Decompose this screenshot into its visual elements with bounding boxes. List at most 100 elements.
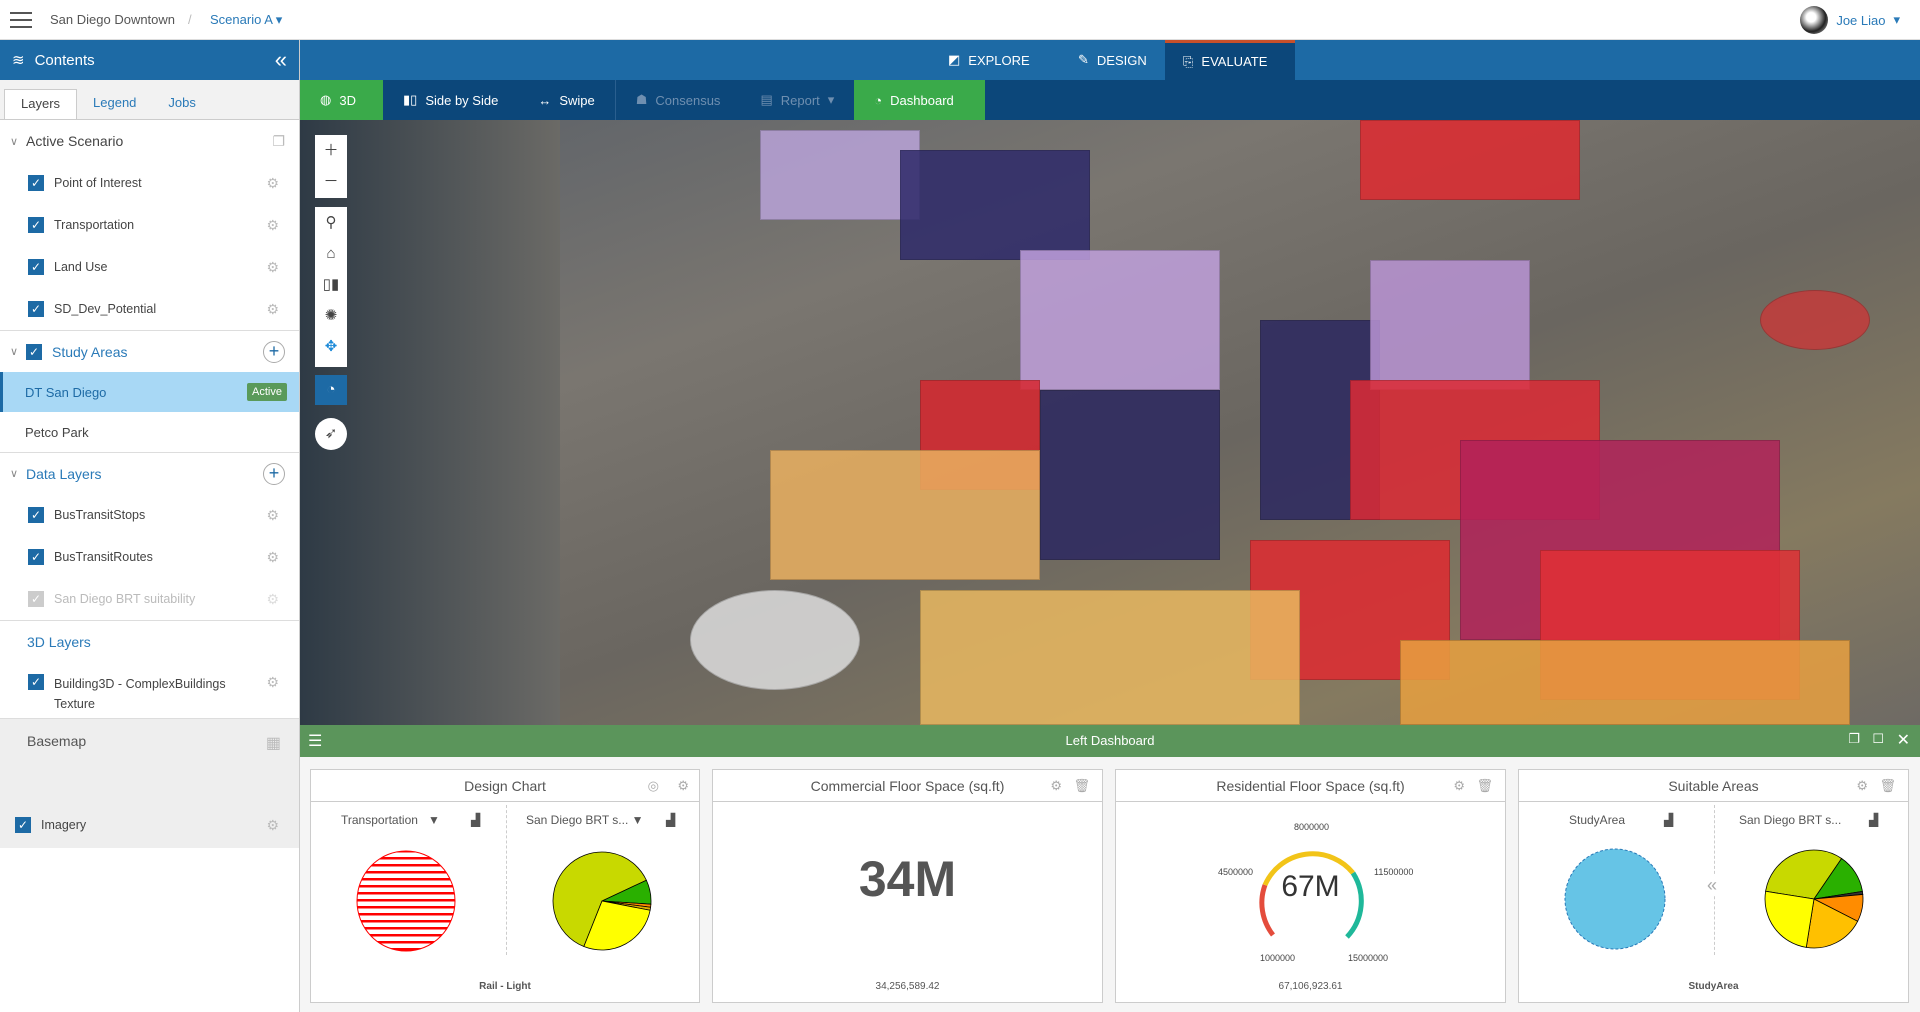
tab-legend[interactable]: Legend [77, 89, 152, 119]
mode-bar: ◩ EXPLORE ✎ DESIGN ⎘ EVALUATE [300, 40, 1920, 80]
scenario-dropdown[interactable]: Scenario A ▾ [210, 12, 282, 28]
compass-icon[interactable]: ➶ [315, 418, 347, 450]
section-3d-layers[interactable]: 3D Layers [0, 620, 299, 662]
side-by-side-button[interactable]: ▮▯ Side by Side [383, 80, 518, 120]
mode-label: EXPLORE [968, 52, 1030, 68]
layer-label: Imagery [41, 818, 87, 832]
report-button[interactable]: ▤ Report ▾ [740, 80, 854, 120]
gear-icon[interactable]: ⚙ [266, 507, 279, 524]
gear-icon[interactable]: ⚙ [1050, 770, 1062, 802]
gear-icon[interactable]: ⚙ [266, 549, 279, 566]
layer-label: SD_Dev_Potential [54, 302, 157, 316]
consensus-button[interactable]: ☗ Consensus [616, 80, 741, 120]
mode-explore[interactable]: ◩ EXPLORE [930, 40, 1048, 80]
maximize-icon[interactable]: ☐ [1872, 731, 1884, 747]
gauge-icon: ◔ [874, 92, 883, 108]
3d-button[interactable]: ◍ 3D [300, 80, 383, 120]
bar-chart-icon[interactable]: ▟ [1664, 813, 1673, 827]
basemap-gallery-icon[interactable]: ▦ [266, 733, 281, 753]
gear-icon[interactable]: ⚙ [677, 770, 689, 802]
gear-icon[interactable]: ⚙ [1856, 770, 1868, 802]
checkbox[interactable]: ✓ [26, 343, 42, 360]
gear-icon[interactable]: ⚙ [266, 591, 279, 608]
chevron-down-icon[interactable]: ∨ [10, 345, 26, 358]
basemap-label: Basemap [27, 733, 87, 749]
restore-icon[interactable]: ❐ [1848, 731, 1860, 747]
collapse-icon[interactable]: « [275, 47, 287, 73]
study-area-item[interactable]: Petco Park [0, 412, 299, 452]
globe-icon[interactable]: ◎ [648, 770, 659, 802]
mode-evaluate[interactable]: ⎘ EVALUATE [1165, 40, 1295, 80]
home-icon[interactable]: ⌂ [326, 238, 335, 269]
card-header: Suitable Areas ⚙ 🗑 [1519, 770, 1908, 802]
left-layer-dropdown[interactable]: StudyArea [1569, 813, 1625, 827]
checkbox[interactable]: ✓ [28, 259, 44, 275]
gear-icon[interactable]: ⚙ [266, 817, 279, 834]
building [1370, 260, 1530, 390]
checkbox[interactable]: ✓ [28, 301, 44, 317]
brt-pie-chart [552, 851, 652, 951]
checkbox[interactable]: ✓ [28, 674, 44, 690]
chevron-down-icon[interactable]: ∨ [10, 467, 26, 480]
section-active-scenario[interactable]: ∨ Active Scenario ❐ [0, 120, 299, 162]
bar-chart-icon[interactable]: ▟ [666, 813, 675, 827]
3d-map-view[interactable]: ＋－ ⚲ ⌂ ▯▮ ✺ ✥ ◔ ➶ [300, 120, 1920, 725]
user-menu[interactable]: Joe Liao ▾ [1800, 6, 1900, 34]
section-data-layers[interactable]: ∨ Data Layers + [0, 452, 299, 494]
add-icon[interactable]: + [263, 340, 285, 363]
checkbox[interactable]: ✓ [15, 817, 31, 833]
scenario-label: Scenario A [210, 12, 273, 27]
chart-footer: StudyArea [1688, 981, 1739, 992]
card-header: Commercial Floor Space (sq.ft) ⚙ 🗑 [713, 770, 1102, 802]
layer-label: Point of Interest [54, 176, 142, 190]
gear-icon[interactable]: ⚙ [266, 175, 279, 192]
right-layer-dropdown[interactable]: San Diego BRT s... [1739, 813, 1841, 827]
trash-icon[interactable]: 🗑 [1476, 770, 1493, 802]
checkbox[interactable]: ✓ [28, 217, 44, 233]
daylight-icon[interactable]: ✺ [325, 300, 338, 331]
breadcrumb-project[interactable]: San Diego Downtown [50, 12, 175, 27]
chevron-down-icon[interactable]: ∨ [10, 135, 26, 148]
pan-icon[interactable]: ✥ [325, 331, 338, 362]
gear-icon[interactable]: ⚙ [266, 217, 279, 234]
checkbox[interactable]: ✓ [28, 175, 44, 191]
trash-icon[interactable]: 🗑 [1073, 770, 1090, 802]
bar-chart-icon[interactable]: ▟ [1869, 813, 1878, 827]
trash-icon[interactable]: 🗑 [1879, 770, 1896, 802]
gear-icon[interactable]: ⚙ [266, 259, 279, 276]
book-icon[interactable]: ▯▮ [323, 269, 340, 300]
dashboard-button[interactable]: ◔ Dashboard [854, 80, 986, 120]
user-name: Joe Liao [1836, 12, 1886, 28]
sports-track [1760, 290, 1870, 350]
button-label: Side by Side [425, 92, 499, 108]
tab-layers[interactable]: Layers [4, 89, 78, 119]
mode-design[interactable]: ✎ DESIGN [1060, 40, 1165, 80]
add-icon[interactable]: + [263, 462, 285, 485]
left-layer-dropdown[interactable]: Transportation ▼ [341, 813, 440, 827]
bar-chart-icon[interactable]: ▟ [471, 813, 480, 827]
checkbox[interactable]: ✓ [28, 507, 44, 523]
gear-icon[interactable]: ⚙ [266, 301, 279, 318]
swipe-button[interactable]: ↔ Swipe [518, 80, 616, 120]
gear-icon[interactable]: ⚙ [266, 674, 279, 691]
item-label: Petco Park [25, 424, 89, 440]
dashboard-tool-icon[interactable]: ◔ [315, 375, 347, 405]
tab-jobs[interactable]: Jobs [152, 89, 211, 119]
section-study-areas[interactable]: ∨ ✓ Study Areas + [0, 330, 299, 372]
button-label: Consensus [655, 92, 721, 108]
zoom-out-button[interactable]: － [323, 166, 338, 197]
menu-icon[interactable] [10, 12, 32, 28]
search-icon[interactable]: ⚲ [326, 207, 337, 238]
right-layer-dropdown[interactable]: San Diego BRT s... ▼ [526, 813, 644, 827]
close-icon[interactable]: ✕ [1897, 730, 1910, 750]
layer-label: Transportation [54, 218, 135, 232]
gear-icon[interactable]: ⚙ [1453, 770, 1465, 802]
copy-icon[interactable]: ❐ [272, 133, 285, 150]
swap-icon[interactable]: « [1707, 875, 1718, 896]
active-badge: Active [247, 383, 287, 401]
checkbox[interactable]: ✓ [28, 591, 44, 607]
zoom-in-button[interactable]: ＋ [323, 135, 338, 166]
building [1360, 120, 1580, 200]
study-area-item[interactable]: DT San Diego Active [0, 372, 299, 412]
checkbox[interactable]: ✓ [28, 549, 44, 565]
